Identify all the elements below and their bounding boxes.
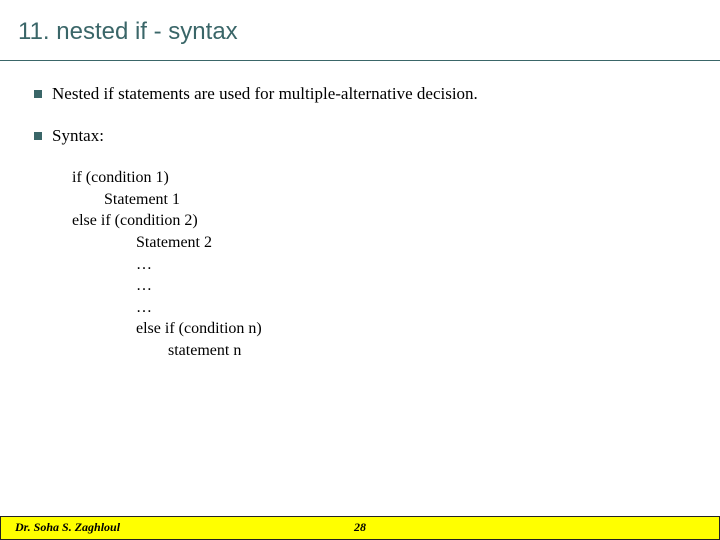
syntax-line: if (condition 1) bbox=[72, 167, 720, 189]
bullet-item-2: Syntax: bbox=[34, 125, 720, 147]
bullet-text: Syntax: bbox=[52, 125, 104, 147]
bullet-text: Nested if statements are used for multip… bbox=[52, 83, 478, 105]
syntax-line: else if (condition n) bbox=[72, 318, 720, 340]
syntax-line: … bbox=[72, 254, 720, 276]
syntax-line: Statement 2 bbox=[72, 232, 720, 254]
page-number: 28 bbox=[354, 520, 366, 535]
author-name: Dr. Soha S. Zaghloul bbox=[15, 520, 120, 535]
square-bullet-icon bbox=[34, 132, 42, 140]
bullet-list: Nested if statements are used for multip… bbox=[0, 83, 720, 147]
title-divider bbox=[0, 60, 720, 61]
footer-bar: Dr. Soha S. Zaghloul 28 bbox=[0, 516, 720, 540]
syntax-line: … bbox=[72, 297, 720, 319]
syntax-block: if (condition 1) Statement 1 else if (co… bbox=[0, 167, 720, 361]
slide-title: 11. nested if - syntax bbox=[0, 0, 720, 60]
syntax-line: else if (condition 2) bbox=[72, 210, 720, 232]
bullet-item-1: Nested if statements are used for multip… bbox=[34, 83, 720, 105]
square-bullet-icon bbox=[34, 90, 42, 98]
syntax-line: statement n bbox=[72, 340, 720, 362]
syntax-line: … bbox=[72, 275, 720, 297]
syntax-line: Statement 1 bbox=[72, 189, 720, 211]
